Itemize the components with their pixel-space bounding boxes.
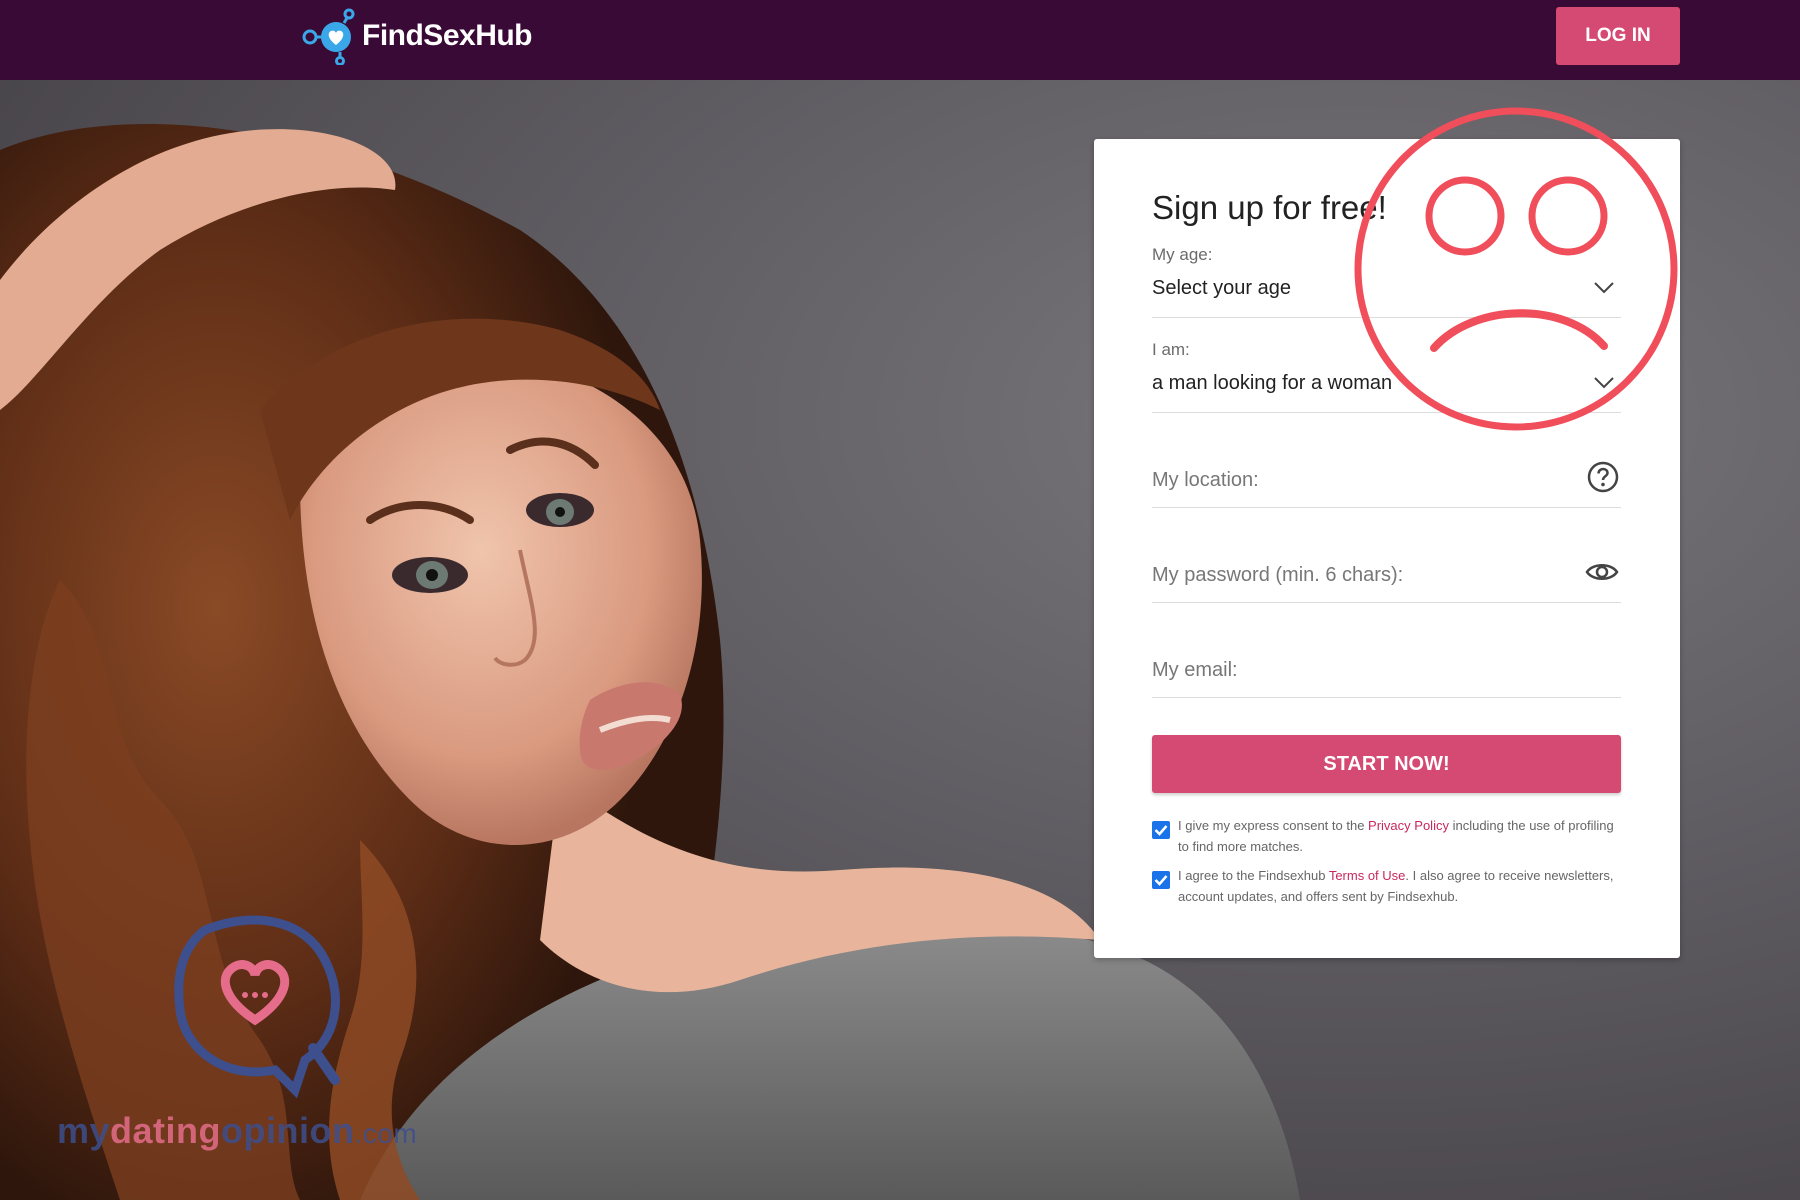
watermark-part-dating: dating bbox=[110, 1110, 222, 1151]
login-button[interactable]: LOG IN bbox=[1556, 7, 1680, 65]
location-placeholder: My location: bbox=[1152, 469, 1259, 491]
sad-face-icon bbox=[1354, 107, 1678, 431]
checkmark-icon bbox=[1154, 875, 1168, 886]
location-input[interactable]: My location: bbox=[1152, 459, 1621, 508]
terms-consent-text: I agree to the Findsexhub Terms of Use. … bbox=[1178, 865, 1621, 907]
brand-name: FindSexHub bbox=[362, 19, 533, 52]
terms-of-use-link[interactable]: Terms of Use bbox=[1329, 868, 1406, 883]
privacy-policy-link[interactable]: Privacy Policy bbox=[1368, 818, 1449, 833]
start-now-button[interactable]: START NOW! bbox=[1152, 735, 1621, 793]
help-question-icon[interactable] bbox=[1587, 461, 1619, 493]
email-placeholder: My email: bbox=[1152, 659, 1238, 681]
eye-icon[interactable] bbox=[1585, 560, 1619, 584]
password-placeholder: My password (min. 6 chars): bbox=[1152, 564, 1404, 586]
email-input[interactable]: My email: bbox=[1152, 649, 1621, 698]
brand-logo[interactable]: FindSexHub bbox=[300, 6, 533, 66]
terms-consent-prefix: I agree to the Findsexhub bbox=[1178, 868, 1329, 883]
signup-title: Sign up for free! bbox=[1152, 189, 1387, 226]
privacy-consent-text: I give my express consent to the Privacy… bbox=[1178, 815, 1621, 857]
watermark-part-com: .com bbox=[354, 1118, 418, 1149]
consent-privacy: I give my express consent to the Privacy… bbox=[1152, 815, 1621, 857]
watermark-text: mydatingopinion.com bbox=[57, 1110, 417, 1152]
privacy-consent-checkbox[interactable] bbox=[1152, 821, 1170, 839]
terms-consent-checkbox[interactable] bbox=[1152, 871, 1170, 889]
heart-molecule-icon bbox=[302, 8, 355, 65]
watermark-part-my: my bbox=[57, 1110, 111, 1151]
watermark-part-opinion: opinion bbox=[221, 1110, 355, 1151]
password-input[interactable]: My password (min. 6 chars): bbox=[1152, 554, 1621, 603]
checkmark-icon bbox=[1154, 825, 1168, 836]
top-navigation-bar: FindSexHub LOG IN bbox=[0, 0, 1800, 80]
privacy-consent-prefix: I give my express consent to the bbox=[1178, 818, 1369, 833]
consent-terms: I agree to the Findsexhub Terms of Use. … bbox=[1152, 865, 1621, 907]
